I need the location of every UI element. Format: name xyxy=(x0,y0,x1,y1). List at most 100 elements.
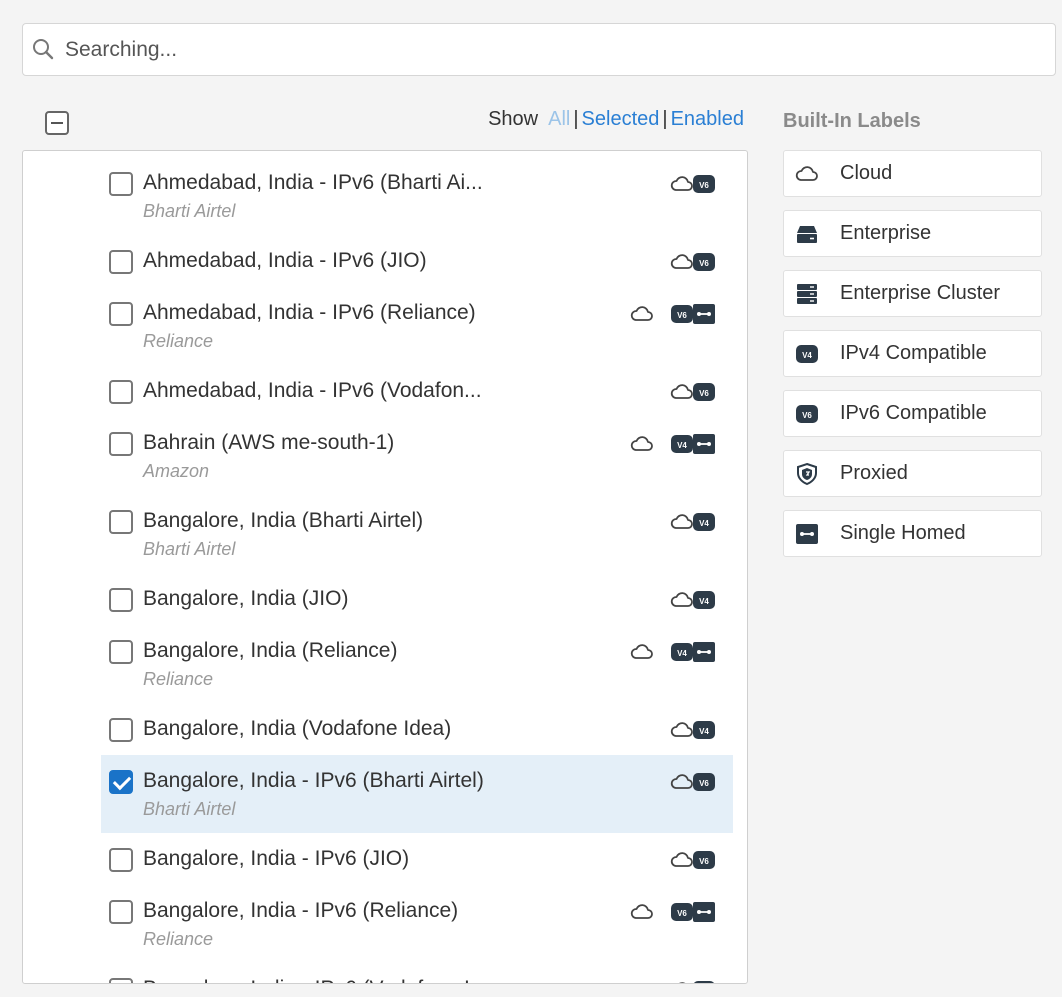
ipv6-icon: V6 xyxy=(796,405,818,423)
location-checkbox[interactable] xyxy=(109,380,133,404)
location-provider: Bharti Airtel xyxy=(143,799,236,819)
ipv6-icon: V6 xyxy=(693,175,715,193)
svg-text:V6: V6 xyxy=(699,857,709,866)
svg-text:V6: V6 xyxy=(699,181,709,190)
cloud-icon xyxy=(630,306,653,321)
svg-text:V6: V6 xyxy=(699,389,709,398)
svg-text:V6: V6 xyxy=(677,909,687,918)
filter-enabled-link[interactable]: Enabled xyxy=(671,108,744,130)
built-in-label-text: IPv4 Compatible xyxy=(840,342,987,364)
location-row[interactable]: Bahrain (AWS me-south-1) Amazon V4 xyxy=(101,417,733,495)
location-name: Ahmedabad, India - IPv6 (Reliance) xyxy=(143,301,476,324)
built-in-label[interactable]: Proxied xyxy=(783,450,1042,497)
location-checkbox[interactable] xyxy=(109,640,133,664)
location-provider: Amazon xyxy=(143,461,210,481)
single-homed-icon xyxy=(693,304,715,324)
location-row[interactable]: Ahmedabad, India - IPv6 (Reliance) Relian… xyxy=(101,287,733,365)
location-name: Ahmedabad, India - IPv6 (Bharti Ai... xyxy=(143,171,483,194)
location-row[interactable]: Bangalore, India (Reliance) Reliance V4 xyxy=(101,625,733,703)
collapse-all-button[interactable] xyxy=(45,111,69,135)
svg-text:V6: V6 xyxy=(699,259,709,268)
location-checkbox[interactable] xyxy=(109,302,133,326)
location-checkbox[interactable] xyxy=(109,250,133,274)
location-checkbox[interactable] xyxy=(109,978,133,983)
ipv6-icon: V6 xyxy=(694,981,714,983)
location-row[interactable]: Bangalore, India - IPv6 (Vodafone I... V6 xyxy=(101,963,733,983)
location-name: Bangalore, India - IPv6 (Reliance) xyxy=(143,899,459,922)
location-row[interactable]: Bangalore, India (Vodafone Idea) V4 xyxy=(101,703,733,755)
location-checkbox[interactable] xyxy=(109,172,133,196)
ipv6-icon: V6 xyxy=(693,851,715,869)
filter-all-link[interactable]: All xyxy=(548,108,570,130)
location-list[interactable]: Ahmedabad, India - IPv6 (Bharti Ai... Bha… xyxy=(22,150,748,984)
built-in-label-text: Proxied xyxy=(840,462,908,484)
ipv4-icon: V4 xyxy=(693,721,715,739)
built-in-label-text: Enterprise Cluster xyxy=(840,282,1001,304)
location-checkbox[interactable] xyxy=(109,900,133,924)
filter-separator: | xyxy=(662,108,668,130)
location-row[interactable]: Bangalore, India (Bharti Airtel) Bharti A… xyxy=(101,495,733,573)
location-provider: Reliance xyxy=(143,929,214,949)
built-in-label[interactable]: Cloud xyxy=(783,150,1042,197)
ipv6-icon: V6 xyxy=(693,383,715,401)
svg-text:V4: V4 xyxy=(699,519,709,528)
location-row[interactable]: Bangalore, India - IPv6 (JIO) V6 xyxy=(101,833,733,885)
location-name: Bangalore, India (Bharti Airtel) xyxy=(143,509,424,532)
ipv6-icon: V6 xyxy=(693,253,715,271)
location-provider: Bharti Airtel xyxy=(143,539,236,559)
search-input[interactable] xyxy=(65,32,1025,68)
single-homed-icon xyxy=(796,524,818,544)
search-bar[interactable] xyxy=(22,23,1056,76)
svg-text:V6: V6 xyxy=(802,411,812,420)
built-in-label[interactable]: Single Homed xyxy=(783,510,1042,557)
built-in-label-text: Single Homed xyxy=(840,522,966,544)
svg-text:V4: V4 xyxy=(677,441,687,450)
filter-separator: | xyxy=(573,108,579,130)
svg-text:V4: V4 xyxy=(699,727,709,736)
ipv4-icon: V4 xyxy=(693,513,715,531)
location-provider: Bharti Airtel xyxy=(143,201,236,221)
location-name: Bangalore, India (JIO) xyxy=(143,587,349,610)
location-name: Ahmedabad, India - IPv6 (JIO) xyxy=(143,249,427,272)
built-in-label-text: Enterprise xyxy=(840,222,932,244)
show-label: Show xyxy=(488,108,539,130)
svg-text:V4: V4 xyxy=(699,597,709,606)
enterprise-icon xyxy=(797,226,817,243)
built-in-label[interactable]: Enterprise xyxy=(783,210,1042,257)
ipv4-icon: V4 xyxy=(693,591,715,609)
built-in-label[interactable]: V4 IPv4 Compatible xyxy=(783,330,1042,377)
location-name: Ahmedabad, India - IPv6 (Vodafon... xyxy=(143,379,482,402)
built-in-label[interactable]: Enterprise Cluster xyxy=(783,270,1042,317)
location-row[interactable]: Bangalore, India - IPv6 (Bharti Airtel) B… xyxy=(101,755,733,833)
location-name: Bangalore, India - IPv6 (Vodafone I... xyxy=(143,977,487,983)
location-checkbox[interactable] xyxy=(109,848,133,872)
single-homed-icon xyxy=(693,902,715,922)
location-name: Bahrain (AWS me-south-1) xyxy=(143,431,395,454)
location-row[interactable]: Bangalore, India (JIO) V4 xyxy=(101,573,733,625)
location-checkbox[interactable] xyxy=(109,718,133,742)
location-checkbox[interactable] xyxy=(109,588,133,612)
location-checkbox[interactable] xyxy=(109,770,133,794)
location-provider: Reliance xyxy=(143,331,214,351)
location-name: Bangalore, India (Vodafone Idea) xyxy=(143,717,452,740)
built-in-label[interactable]: V6 IPv6 Compatible xyxy=(783,390,1042,437)
cloud-icon xyxy=(630,644,653,659)
cloud-icon xyxy=(630,436,653,451)
svg-text:V4: V4 xyxy=(802,351,812,360)
show-filter: Show All | Selected | Enabled xyxy=(488,108,744,136)
filter-selected-link[interactable]: Selected xyxy=(582,108,660,130)
search-icon xyxy=(33,39,54,60)
svg-text:V6: V6 xyxy=(699,779,709,788)
svg-text:V6: V6 xyxy=(677,311,687,320)
built-in-label-text: Cloud xyxy=(840,162,893,184)
location-checkbox[interactable] xyxy=(109,510,133,534)
location-row[interactable]: Ahmedabad, India - IPv6 (Bharti Ai... Bha… xyxy=(101,157,733,235)
location-row[interactable]: Ahmedabad, India - IPv6 (Vodafon... V6 xyxy=(101,365,733,417)
location-name: Bangalore, India - IPv6 (JIO) xyxy=(143,847,410,870)
location-row[interactable]: Bangalore, India - IPv6 (Reliance) Relian… xyxy=(101,885,733,963)
single-homed-icon xyxy=(693,642,715,662)
location-row[interactable]: Ahmedabad, India - IPv6 (JIO) V6 xyxy=(101,235,733,287)
location-checkbox[interactable] xyxy=(109,432,133,456)
cloud-icon xyxy=(630,904,653,919)
enterprise-cluster-icon xyxy=(797,284,817,304)
